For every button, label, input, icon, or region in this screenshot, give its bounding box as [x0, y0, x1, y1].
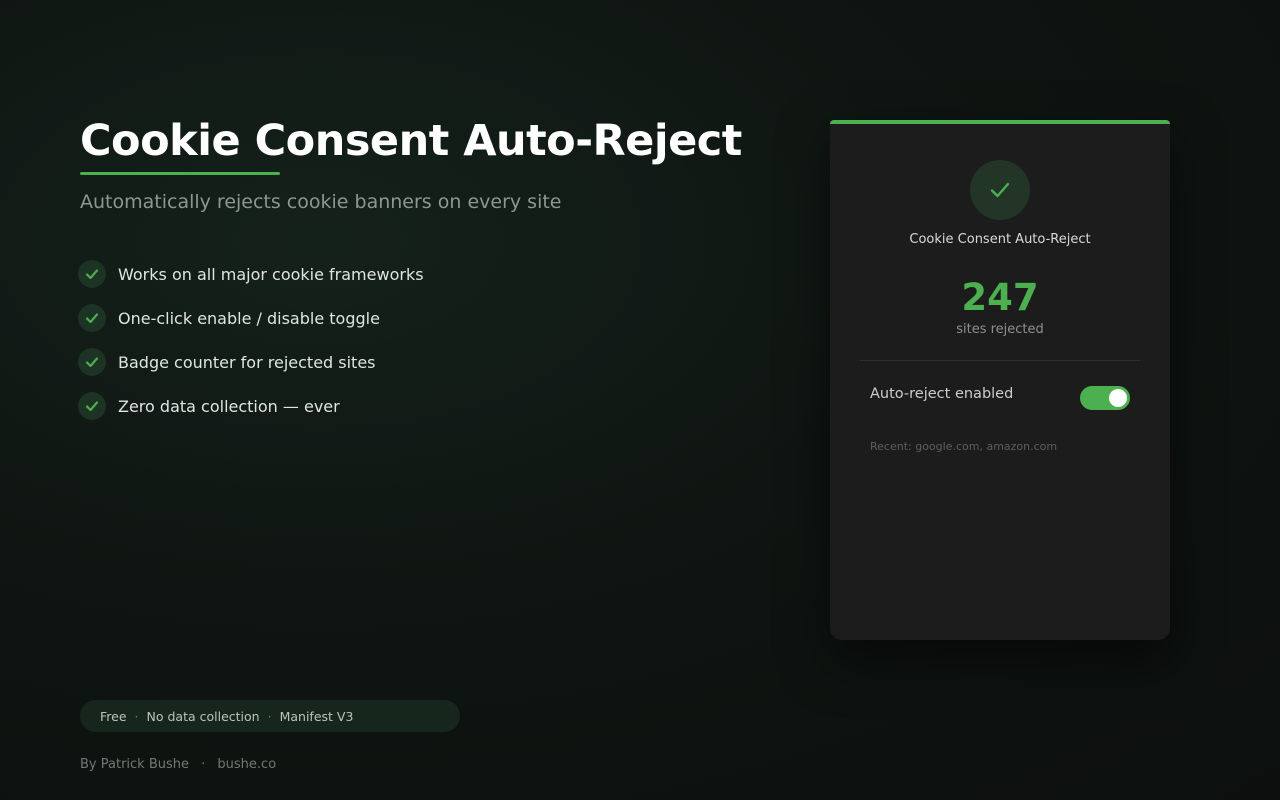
footer-separator: · — [201, 757, 206, 772]
page-title: Cookie Consent Auto-Reject — [80, 116, 742, 166]
pill-separator: · — [134, 708, 139, 724]
author-credit: By Patrick Bushe — [80, 757, 189, 772]
check-icon — [78, 348, 106, 376]
feature-label: Badge counter for rejected sites — [118, 352, 376, 372]
info-pill: Free · No data collection · Manifest V3 — [80, 700, 460, 732]
check-icon — [78, 392, 106, 420]
rejected-count: 247 — [961, 276, 1039, 319]
feature-label: Works on all major cookie frameworks — [118, 264, 424, 284]
pill-item-manifest: Manifest V3 — [279, 708, 354, 724]
author-site-link[interactable]: bushe.co — [217, 757, 276, 772]
feature-list: Works on all major cookie frameworks One… — [78, 260, 424, 436]
recent-sites: Recent: google.com, amazon.com — [870, 440, 1058, 453]
feature-item: Badge counter for rejected sites — [78, 348, 424, 376]
check-icon — [78, 260, 106, 288]
feature-item: One-click enable / disable toggle — [78, 304, 424, 332]
feature-item: Works on all major cookie frameworks — [78, 260, 424, 288]
check-icon — [970, 160, 1030, 220]
popup-divider — [860, 360, 1140, 361]
auto-reject-toggle[interactable] — [1080, 386, 1130, 410]
feature-label: One-click enable / disable toggle — [118, 308, 380, 328]
check-icon — [78, 304, 106, 332]
pill-item-free: Free — [100, 708, 127, 724]
popup-extension-name: Cookie Consent Auto-Reject — [909, 232, 1091, 247]
pill-item-privacy: No data collection — [146, 708, 260, 724]
pill-separator: · — [267, 708, 272, 724]
footer: By Patrick Bushe · bushe.co — [80, 757, 276, 772]
title-underline — [80, 172, 280, 175]
page-subtitle: Automatically rejects cookie banners on … — [80, 191, 562, 213]
auto-reject-label: Auto-reject enabled — [870, 386, 1014, 402]
rejected-count-label: sites rejected — [956, 322, 1044, 337]
feature-label: Zero data collection — ever — [118, 396, 340, 416]
extension-popup-card: Cookie Consent Auto-Reject 247 sites rej… — [830, 120, 1170, 640]
feature-item: Zero data collection — ever — [78, 392, 424, 420]
toggle-knob — [1109, 389, 1127, 407]
